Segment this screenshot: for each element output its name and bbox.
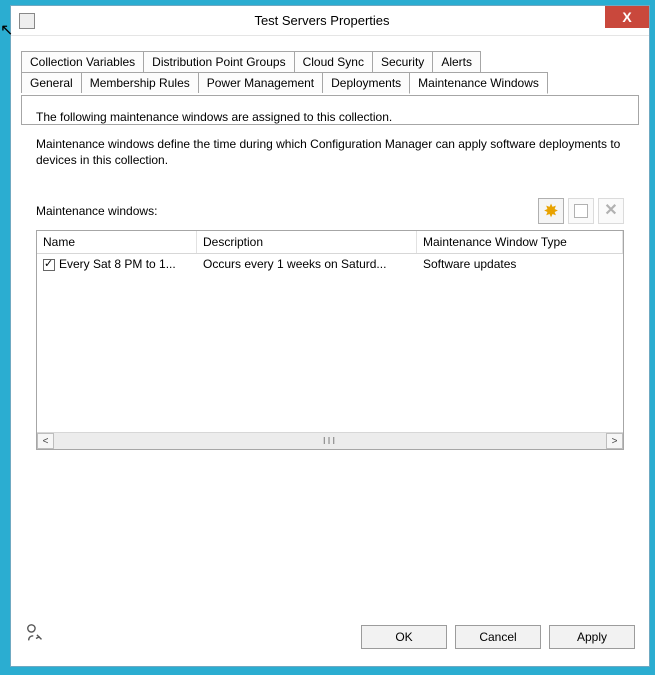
tab-label: Power Management xyxy=(207,76,314,90)
tab-label: Security xyxy=(381,55,424,69)
dialog-client-area: Collection Variables Distribution Point … xyxy=(21,51,639,656)
tab-maintenance-windows[interactable]: Maintenance Windows xyxy=(409,72,548,94)
tab-row-front: General Membership Rules Power Managemen… xyxy=(21,72,639,93)
column-label: Name xyxy=(43,235,75,249)
scroll-track[interactable]: III xyxy=(54,433,606,449)
scroll-right-button[interactable]: > xyxy=(606,433,623,449)
close-button[interactable]: X xyxy=(605,6,649,28)
tab-strip: Collection Variables Distribution Point … xyxy=(21,51,639,93)
tab-label: Alerts xyxy=(441,55,472,69)
tab-row-back: Collection Variables Distribution Point … xyxy=(21,51,639,72)
tab-label: Maintenance Windows xyxy=(418,76,539,90)
tab-membership-rules[interactable]: Membership Rules xyxy=(81,72,199,93)
tab-power-management[interactable]: Power Management xyxy=(198,72,323,93)
button-label: Cancel xyxy=(479,630,516,644)
list-item[interactable]: Every Sat 8 PM to 1... Occurs every 1 we… xyxy=(37,254,623,274)
list-header: Name Description Maintenance Window Type xyxy=(37,231,623,254)
intro-text-2: Maintenance windows define the time duri… xyxy=(36,136,624,168)
dialog-button-bar: OK Cancel Apply xyxy=(21,618,639,656)
row-checkbox[interactable] xyxy=(43,259,55,271)
tab-alerts[interactable]: Alerts xyxy=(432,51,481,72)
tab-general[interactable]: General xyxy=(21,72,82,93)
system-menu-icon[interactable] xyxy=(19,13,35,29)
button-label: OK xyxy=(395,630,412,644)
tab-label: General xyxy=(30,76,73,90)
properties-icon xyxy=(574,204,588,218)
tab-label: Distribution Point Groups xyxy=(152,55,285,69)
starburst-icon: ✸ xyxy=(543,202,558,220)
scroll-left-button[interactable]: < xyxy=(37,433,54,449)
row-name-text: Every Sat 8 PM to 1... xyxy=(59,257,176,271)
help-icon[interactable] xyxy=(25,622,47,650)
tab-label: Cloud Sync xyxy=(303,55,364,69)
properties-button[interactable] xyxy=(568,198,594,224)
properties-dialog: Test Servers Properties X Collection Var… xyxy=(10,5,650,667)
intro-text-1: The following maintenance windows are as… xyxy=(36,110,624,124)
column-label: Description xyxy=(203,235,263,249)
cancel-button[interactable]: Cancel xyxy=(455,625,541,649)
tab-label: Membership Rules xyxy=(90,76,190,90)
tab-label: Collection Variables xyxy=(30,55,135,69)
maintenance-windows-label: Maintenance windows: xyxy=(36,204,157,218)
delete-button[interactable]: ✕ xyxy=(598,198,624,224)
horizontal-scrollbar[interactable]: < III > xyxy=(37,432,623,449)
column-label: Maintenance Window Type xyxy=(423,235,567,249)
column-header-type[interactable]: Maintenance Window Type xyxy=(417,231,623,253)
tab-security[interactable]: Security xyxy=(372,51,433,72)
tab-distribution-point-groups[interactable]: Distribution Point Groups xyxy=(143,51,294,72)
apply-button[interactable]: Apply xyxy=(549,625,635,649)
tab-collection-variables[interactable]: Collection Variables xyxy=(21,51,144,72)
maintenance-windows-list: Name Description Maintenance Window Type… xyxy=(36,230,624,450)
delete-icon: ✕ xyxy=(604,203,617,219)
column-header-description[interactable]: Description xyxy=(197,231,417,253)
ok-button[interactable]: OK xyxy=(361,625,447,649)
maintenance-windows-toolbar: ✸ ✕ xyxy=(538,198,624,224)
maintenance-windows-header: Maintenance windows: ✸ ✕ xyxy=(36,198,624,224)
tab-deployments[interactable]: Deployments xyxy=(322,72,410,93)
tab-label: Deployments xyxy=(331,76,401,90)
cell-name: Every Sat 8 PM to 1... xyxy=(37,257,197,271)
row-description-text: Occurs every 1 weeks on Saturd... xyxy=(203,257,386,271)
titlebar: Test Servers Properties X xyxy=(11,6,649,36)
new-maintenance-window-button[interactable]: ✸ xyxy=(538,198,564,224)
list-body: Every Sat 8 PM to 1... Occurs every 1 we… xyxy=(37,254,623,432)
button-label: Apply xyxy=(577,630,607,644)
cell-description: Occurs every 1 weeks on Saturd... xyxy=(197,257,417,271)
tab-cloud-sync[interactable]: Cloud Sync xyxy=(294,51,373,72)
window-title: Test Servers Properties xyxy=(35,13,649,28)
cell-type: Software updates xyxy=(417,257,623,271)
column-header-name[interactable]: Name xyxy=(37,231,197,253)
close-icon: X xyxy=(622,9,631,25)
tab-panel-maintenance-windows: The following maintenance windows are as… xyxy=(21,95,639,125)
row-type-text: Software updates xyxy=(423,257,516,271)
